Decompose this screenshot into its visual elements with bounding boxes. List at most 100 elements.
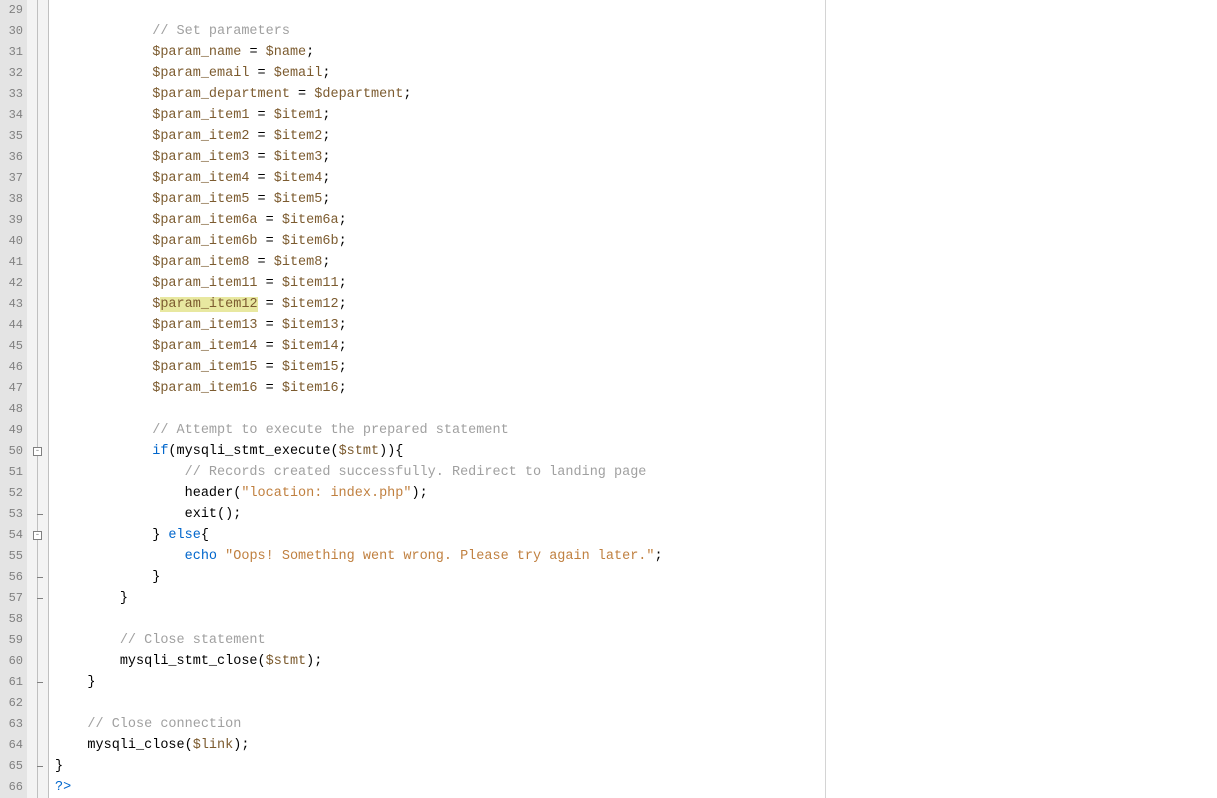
fold-toggle-icon[interactable]: - bbox=[33, 447, 42, 456]
line-number: 39 bbox=[0, 210, 27, 231]
line-number: 38 bbox=[0, 189, 27, 210]
code-line[interactable]: $param_item4 = $item4; bbox=[55, 168, 1217, 189]
variable: $item16 bbox=[282, 381, 339, 396]
code-line[interactable] bbox=[55, 609, 1217, 630]
code-line[interactable]: $param_item1 = $item1; bbox=[55, 105, 1217, 126]
code-line[interactable]: $param_item11 = $item11; bbox=[55, 273, 1217, 294]
code-line[interactable]: $param_item12 = $item12; bbox=[55, 294, 1217, 315]
fold-toggle-icon[interactable]: - bbox=[33, 531, 42, 540]
line-number: 55 bbox=[0, 546, 27, 567]
code-line[interactable]: // Set parameters bbox=[55, 21, 1217, 42]
variable: $param_item16 bbox=[152, 381, 257, 396]
code-line[interactable]: $param_item13 = $item13; bbox=[55, 315, 1217, 336]
line-number: 37 bbox=[0, 168, 27, 189]
variable: $param_item11 bbox=[152, 276, 257, 291]
code-content[interactable]: // Set parameters $param_name = $name; $… bbox=[49, 0, 1217, 798]
line-number: 41 bbox=[0, 252, 27, 273]
code-line[interactable]: exit(); bbox=[55, 504, 1217, 525]
code-line[interactable]: // Records created successfully. Redirec… bbox=[55, 462, 1217, 483]
variable: $item6b bbox=[282, 234, 339, 249]
code-line[interactable]: $param_item6b = $item6b; bbox=[55, 231, 1217, 252]
code-line[interactable]: $param_department = $department; bbox=[55, 84, 1217, 105]
code-line[interactable]: mysqli_close($link); bbox=[55, 735, 1217, 756]
line-number: 54 bbox=[0, 525, 27, 546]
function-name: exit bbox=[185, 507, 217, 522]
keyword: if bbox=[152, 444, 168, 459]
code-line[interactable]: } bbox=[55, 756, 1217, 777]
line-number-gutter: 2930313233343536373839404142434445464748… bbox=[0, 0, 27, 798]
code-line[interactable]: $param_item5 = $item5; bbox=[55, 189, 1217, 210]
line-number: 62 bbox=[0, 693, 27, 714]
code-line[interactable]: $param_item14 = $item14; bbox=[55, 336, 1217, 357]
code-line[interactable]: } bbox=[55, 588, 1217, 609]
variable: $param_item8 bbox=[152, 255, 249, 270]
variable: $param_item4 bbox=[152, 171, 249, 186]
variable: param_item12 bbox=[160, 297, 257, 312]
code-line[interactable]: mysqli_stmt_close($stmt); bbox=[55, 651, 1217, 672]
code-line[interactable]: $param_item8 = $item8; bbox=[55, 252, 1217, 273]
variable: $item13 bbox=[282, 318, 339, 333]
code-line[interactable] bbox=[55, 399, 1217, 420]
code-line[interactable]: // Close statement bbox=[55, 630, 1217, 651]
code-line[interactable]: if(mysqli_stmt_execute($stmt)){ bbox=[55, 441, 1217, 462]
code-line[interactable] bbox=[55, 693, 1217, 714]
code-line[interactable]: $param_email = $email; bbox=[55, 63, 1217, 84]
line-number: 61 bbox=[0, 672, 27, 693]
function-name: mysqli_stmt_close bbox=[120, 654, 258, 669]
code-line[interactable]: } else{ bbox=[55, 525, 1217, 546]
code-line[interactable]: } bbox=[55, 567, 1217, 588]
fold-column[interactable]: -- bbox=[27, 0, 49, 798]
line-number: 51 bbox=[0, 462, 27, 483]
keyword: else bbox=[168, 528, 200, 543]
variable: $param_item2 bbox=[152, 129, 249, 144]
variable: $param_item13 bbox=[152, 318, 257, 333]
variable: $stmt bbox=[339, 444, 380, 459]
string-literal: "location: index.php" bbox=[241, 486, 411, 501]
line-number: 45 bbox=[0, 336, 27, 357]
variable: $item15 bbox=[282, 360, 339, 375]
function-name: mysqli_stmt_execute bbox=[177, 444, 331, 459]
fold-end-marker bbox=[37, 598, 43, 599]
variable: $name bbox=[266, 45, 307, 60]
comment: // Close statement bbox=[120, 633, 266, 648]
variable: $email bbox=[274, 66, 323, 81]
code-line[interactable]: // Close connection bbox=[55, 714, 1217, 735]
line-number: 49 bbox=[0, 420, 27, 441]
code-line[interactable]: $param_item2 = $item2; bbox=[55, 126, 1217, 147]
line-number: 32 bbox=[0, 63, 27, 84]
line-number: 40 bbox=[0, 231, 27, 252]
variable: $param_item5 bbox=[152, 192, 249, 207]
code-line[interactable]: $param_item15 = $item15; bbox=[55, 357, 1217, 378]
code-line[interactable]: echo "Oops! Something went wrong. Please… bbox=[55, 546, 1217, 567]
code-line[interactable]: header("location: index.php"); bbox=[55, 483, 1217, 504]
code-line[interactable]: ?> bbox=[55, 777, 1217, 798]
line-number: 66 bbox=[0, 777, 27, 798]
line-number: 42 bbox=[0, 273, 27, 294]
column-guide bbox=[825, 0, 826, 798]
function-name: header bbox=[185, 486, 234, 501]
line-number: 47 bbox=[0, 378, 27, 399]
variable: $param_item14 bbox=[152, 339, 257, 354]
variable: $item14 bbox=[282, 339, 339, 354]
line-number: 59 bbox=[0, 630, 27, 651]
fold-end-marker bbox=[37, 514, 43, 515]
variable: $param_department bbox=[152, 87, 290, 102]
variable: $param_item6b bbox=[152, 234, 257, 249]
code-line[interactable]: $param_name = $name; bbox=[55, 42, 1217, 63]
comment: // Close connection bbox=[87, 717, 241, 732]
comment: // Set parameters bbox=[152, 24, 290, 39]
code-line[interactable]: $param_item16 = $item16; bbox=[55, 378, 1217, 399]
code-line[interactable]: $param_item3 = $item3; bbox=[55, 147, 1217, 168]
fold-end-marker bbox=[37, 682, 43, 683]
line-number: 43 bbox=[0, 294, 27, 315]
line-number: 50 bbox=[0, 441, 27, 462]
variable: $param_item15 bbox=[152, 360, 257, 375]
code-line[interactable] bbox=[55, 0, 1217, 21]
code-line[interactable]: } bbox=[55, 672, 1217, 693]
code-line[interactable]: // Attempt to execute the prepared state… bbox=[55, 420, 1217, 441]
code-line[interactable]: $param_item6a = $item6a; bbox=[55, 210, 1217, 231]
line-number: 52 bbox=[0, 483, 27, 504]
variable: $param_item1 bbox=[152, 108, 249, 123]
variable: $param_item3 bbox=[152, 150, 249, 165]
code-editor[interactable]: 2930313233343536373839404142434445464748… bbox=[0, 0, 1217, 798]
